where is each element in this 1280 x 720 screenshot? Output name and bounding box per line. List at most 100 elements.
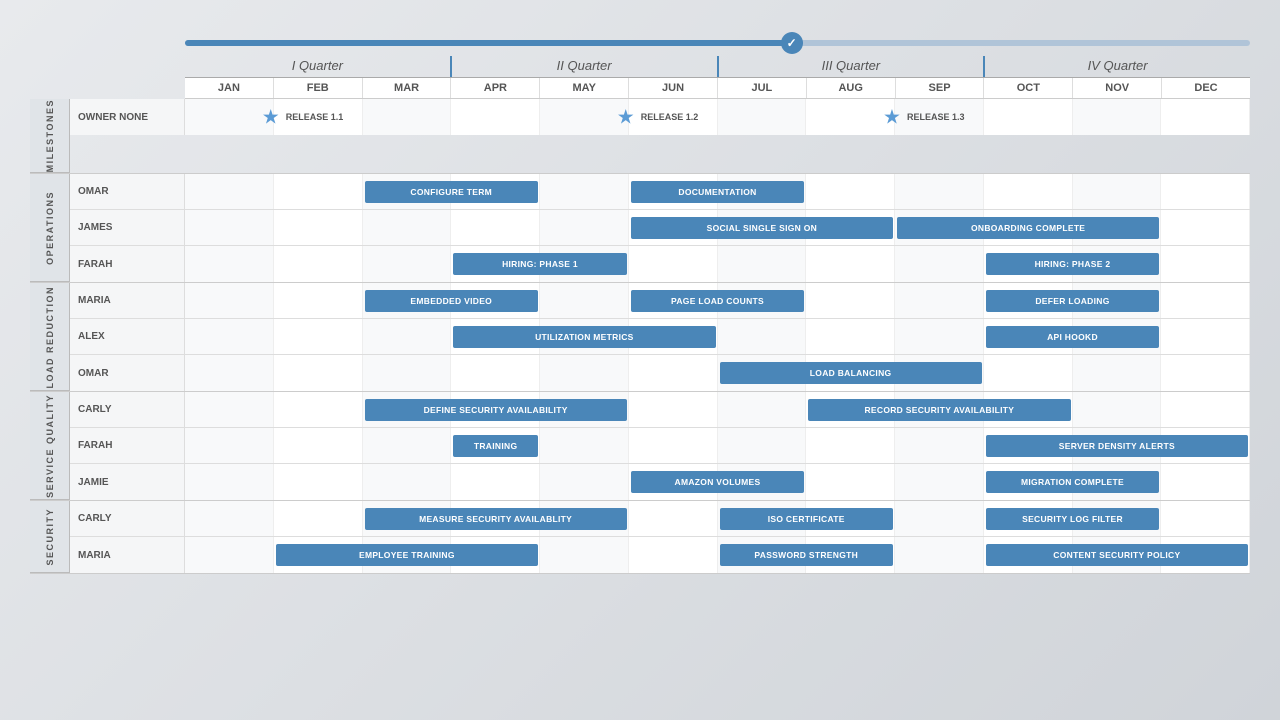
gantt-cell (274, 283, 363, 318)
gantt-cell (895, 174, 984, 209)
gantt-cell (1161, 319, 1250, 354)
gantt-area: TRAININGSERVER DENSITY ALERTS (185, 428, 1250, 463)
gantt-cell (629, 246, 718, 282)
milestone-star-icon: ★ (262, 105, 280, 130)
quarters-row: I QuarterII QuarterIII QuarterIV Quarter (185, 56, 1250, 78)
gantt-area: DEFINE SECURITY AVAILABILITYRECORD SECUR… (185, 392, 1250, 427)
gantt-cell (451, 464, 540, 500)
task-bar: DOCUMENTATION (631, 181, 805, 203)
milestone-star-icon: ★ (617, 105, 635, 130)
gantt-cell (363, 246, 452, 282)
month-label: JUN (629, 78, 718, 98)
owner-cell: CARLY (70, 392, 185, 427)
gantt-cell (185, 428, 274, 463)
table-row: ALEX UTILIZATION METRICS API HOOKD (70, 319, 1250, 355)
task-bar: SERVER DENSITY ALERTS (986, 435, 1248, 457)
task-bar: SECURITY LOG FILTER (986, 508, 1160, 530)
gantt-cell (274, 246, 363, 282)
task-bar: DEFER LOADING (986, 290, 1160, 312)
gantt-cell (274, 210, 363, 245)
gantt-cell (1161, 355, 1250, 391)
progress-dot (781, 32, 803, 54)
gantt-cell (274, 174, 363, 209)
section-group: SECURITYCARLYMEASURE SECURITY AVAILABLIT… (30, 501, 1250, 574)
quarter-label: III Quarter (719, 56, 986, 77)
table-row: OWNER NONE★RELEASE 1.1★RELEASE 1.2★RELEA… (70, 99, 1250, 135)
section-group: SERVICE QUALITYCARLYDEFINE SECURITY AVAI… (30, 392, 1250, 501)
month-label: SEP (896, 78, 985, 98)
owner-cell: ALEX (70, 319, 185, 354)
gantt-grid: MILESTONESOWNER NONE★RELEASE 1.1★RELEASE… (30, 99, 1250, 574)
task-bar: API HOOKD (986, 326, 1160, 348)
progress-track (185, 40, 1250, 46)
gantt-cell (1073, 174, 1162, 209)
gantt-cell (274, 428, 363, 463)
gantt-cell (984, 174, 1073, 209)
gantt-cell (1161, 210, 1250, 245)
month-label: JAN (185, 78, 274, 98)
task-bar: PASSWORD STRENGTH (720, 544, 894, 566)
table-row: MARIAEMBEDDED VIDEOPAGE LOAD COUNTSDEFER… (70, 283, 1250, 319)
gantt-area: UTILIZATION METRICS API HOOKD (185, 319, 1250, 354)
gantt-area: CONFIGURE TERMDOCUMENTATION (185, 174, 1250, 209)
task-bar: PAGE LOAD COUNTS (631, 290, 805, 312)
month-label: MAR (363, 78, 452, 98)
gantt-cell (806, 319, 895, 354)
owner-cell: MARIA (70, 537, 185, 573)
gantt-cell (1073, 392, 1162, 427)
gantt-cell (1161, 464, 1250, 500)
gantt-area: LOAD BALANCING (185, 355, 1250, 391)
gantt-cell (1161, 392, 1250, 427)
gantt-cell (806, 464, 895, 500)
task-bar: UTILIZATION METRICS (453, 326, 715, 348)
gantt-cell (718, 428, 807, 463)
table-row: FARAHHIRING: PHASE 1HIRING: PHASE 2 (70, 246, 1250, 282)
owner-cell: MARIA (70, 283, 185, 318)
gantt-cell (1161, 283, 1250, 318)
gantt-area: ★RELEASE 1.1★RELEASE 1.2★RELEASE 1.3 (185, 99, 1250, 135)
gantt-cell (1161, 501, 1250, 536)
progress-bar-row (185, 34, 1250, 52)
timeline-area: I QuarterII QuarterIII QuarterIV Quarter… (30, 34, 1250, 574)
gantt-cell (185, 464, 274, 500)
gantt-cell (363, 210, 452, 245)
task-bar: EMPLOYEE TRAINING (276, 544, 538, 566)
owner-cell: OWNER NONE (70, 99, 185, 135)
month-label: AUG (807, 78, 896, 98)
gantt-cell (451, 355, 540, 391)
owner-cell: FARAH (70, 428, 185, 463)
gantt-cell (629, 501, 718, 536)
gantt-cell (185, 392, 274, 427)
section-group: OPERATIONSOMARCONFIGURE TERMDOCUMENTATIO… (30, 174, 1250, 283)
gantt-cell (895, 246, 984, 282)
gantt-cell (540, 210, 629, 245)
rows-container: CARLYMEASURE SECURITY AVAILABLITYISO CER… (70, 501, 1250, 573)
gantt-cell (629, 428, 718, 463)
quarter-label: I Quarter (185, 56, 452, 77)
gantt-cell (274, 464, 363, 500)
task-bar: CONTENT SECURITY POLICY (986, 544, 1248, 566)
owner-cell: OMAR (70, 174, 185, 209)
gantt-area: HIRING: PHASE 1HIRING: PHASE 2 (185, 246, 1250, 282)
gantt-area: EMBEDDED VIDEOPAGE LOAD COUNTSDEFER LOAD… (185, 283, 1250, 318)
gantt-cell (895, 537, 984, 573)
gantt-cell (540, 283, 629, 318)
owner-cell: JAMES (70, 210, 185, 245)
gantt-cell (540, 464, 629, 500)
gantt-cell (185, 210, 274, 245)
section-label: OPERATIONS (30, 174, 70, 282)
gantt-cell (540, 355, 629, 391)
table-row: JAMIEAMAZON VOLUMESMIGRATION COMPLETE (70, 464, 1250, 500)
gantt-cell (185, 283, 274, 318)
table-row: MARIA EMPLOYEE TRAINING PASSWORD STRENGTH C… (70, 537, 1250, 573)
gantt-cell (1161, 99, 1250, 135)
gantt-cell (451, 99, 540, 135)
task-bar: DEFINE SECURITY AVAILABILITY (365, 399, 627, 421)
section-group: LOAD REDUCTIONMARIAEMBEDDED VIDEOPAGE LO… (30, 283, 1250, 392)
milestone-label: RELEASE 1.3 (907, 112, 965, 122)
section-group: MILESTONESOWNER NONE★RELEASE 1.1★RELEASE… (30, 99, 1250, 174)
month-label: DEC (1162, 78, 1250, 98)
owner-cell: CARLY (70, 501, 185, 536)
table-row: CARLYMEASURE SECURITY AVAILABLITYISO CER… (70, 501, 1250, 537)
section-label: SERVICE QUALITY (30, 392, 70, 500)
